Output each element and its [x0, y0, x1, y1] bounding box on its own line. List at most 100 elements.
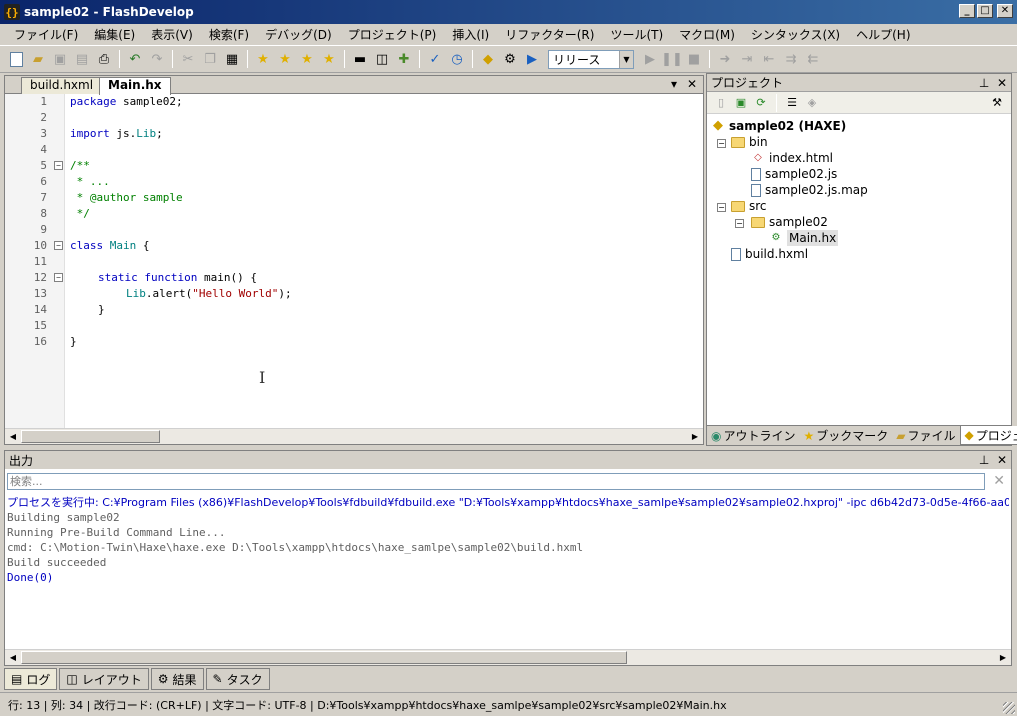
- tab-results[interactable]: ⚙ 結果: [150, 668, 204, 690]
- scroll-right-icon[interactable]: ▶: [687, 429, 703, 444]
- menu-edit[interactable]: 編集(E): [86, 26, 143, 43]
- project-tools-icon[interactable]: ⚒: [989, 95, 1005, 111]
- bookmark-prev-icon[interactable]: ★: [297, 49, 317, 69]
- tree-item-index-html[interactable]: ◇ index.html: [751, 150, 833, 166]
- layout-icon[interactable]: ◫: [372, 49, 392, 69]
- minimize-button[interactable]: _: [959, 4, 975, 18]
- tree-item-build-hxml[interactable]: build.hxml: [731, 246, 808, 262]
- scrollbar-thumb[interactable]: [21, 651, 627, 664]
- chevron-down-icon[interactable]: ▼: [619, 50, 633, 68]
- properties-icon[interactable]: ☰: [784, 95, 800, 111]
- tree-item-main-hx[interactable]: ⚙ Main.hx: [769, 230, 839, 246]
- tree-toggle-icon[interactable]: −: [717, 203, 726, 212]
- tab-main-hx[interactable]: Main.hx: [99, 77, 171, 95]
- fold-toggle-icon[interactable]: −: [54, 241, 63, 250]
- tree-item-sample02-package[interactable]: sample02: [751, 214, 828, 230]
- tree-item-sample02-js[interactable]: sample02.js: [751, 166, 837, 182]
- step-into-icon[interactable]: ⇥: [737, 49, 757, 69]
- plugin-icon[interactable]: ✚: [394, 49, 414, 69]
- tab-project[interactable]: ◆プロジェクト: [959, 426, 1017, 445]
- close-button[interactable]: ✕: [997, 4, 1013, 18]
- output-horizontal-scrollbar[interactable]: ◀ ▶: [5, 649, 1011, 665]
- step-out-icon[interactable]: ⇤: [759, 49, 779, 69]
- cut-icon[interactable]: ✂: [178, 49, 198, 69]
- close-panel-icon[interactable]: ✕: [997, 76, 1007, 90]
- build-config-select[interactable]: リリース ▼: [548, 49, 634, 69]
- build-box-icon[interactable]: ◆: [478, 49, 498, 69]
- refresh-icon[interactable]: ⟳: [753, 95, 769, 111]
- tab-log[interactable]: ▤ ログ: [4, 668, 58, 690]
- menu-macros[interactable]: マクロ(M): [671, 26, 743, 43]
- debug-pause-icon[interactable]: ❚❚: [661, 49, 683, 69]
- close-panel-icon[interactable]: ✕: [997, 453, 1007, 467]
- step-finish-icon[interactable]: ⇇: [803, 49, 823, 69]
- folder-icon: [731, 136, 745, 148]
- editor-horizontal-scrollbar[interactable]: ◀ ▶: [5, 428, 703, 444]
- tab-outline[interactable]: ◉ アウトライン: [707, 426, 800, 445]
- run-play-icon[interactable]: ▶: [522, 49, 542, 69]
- tab-build-hxml[interactable]: build.hxml: [21, 77, 103, 94]
- menu-refactor[interactable]: リファクター(R): [497, 26, 602, 43]
- save-all-icon[interactable]: ▤: [72, 49, 92, 69]
- tab-list-chevron-icon[interactable]: ▾: [671, 77, 677, 91]
- close-tab-icon[interactable]: ✕: [687, 77, 697, 91]
- tab-files[interactable]: ▰ ファイル: [892, 426, 959, 445]
- add-file-icon[interactable]: ▣: [733, 95, 749, 111]
- paste-icon[interactable]: ▦: [222, 49, 242, 69]
- menu-syntax[interactable]: シンタックス(X): [743, 26, 848, 43]
- menu-debug[interactable]: デバッグ(D): [257, 26, 340, 43]
- open-file-icon[interactable]: ▰: [28, 49, 48, 69]
- line-number: 11: [33, 255, 47, 268]
- scroll-right-icon[interactable]: ▶: [995, 650, 1011, 665]
- save-icon[interactable]: ▣: [50, 49, 70, 69]
- fold-toggle-icon[interactable]: −: [54, 161, 63, 170]
- tree-item-sample02-js-map[interactable]: sample02.js.map: [751, 182, 868, 198]
- line-number: 2: [40, 111, 47, 124]
- debug-continue-icon[interactable]: ▶: [640, 49, 660, 69]
- pin-icon[interactable]: ⊥: [979, 76, 989, 90]
- settings-icon[interactable]: ◈: [804, 95, 820, 111]
- menu-search[interactable]: 検索(F): [201, 26, 257, 43]
- clear-search-icon[interactable]: ✕: [993, 473, 1005, 489]
- tab-layout[interactable]: ◫ レイアウト: [59, 668, 149, 690]
- tree-toggle-icon[interactable]: −: [717, 139, 726, 148]
- menu-view[interactable]: 表示(V): [143, 26, 201, 43]
- resize-grip-icon[interactable]: [1003, 702, 1015, 714]
- scroll-left-icon[interactable]: ◀: [5, 650, 21, 665]
- menu-tools[interactable]: ツール(T): [602, 26, 671, 43]
- bookmark-next-icon[interactable]: ★: [275, 49, 295, 69]
- menu-help[interactable]: ヘルプ(H): [848, 26, 918, 43]
- settings-gear-icon[interactable]: ⚙: [500, 49, 520, 69]
- step-next-icon[interactable]: ⇉: [781, 49, 801, 69]
- bookmark-toggle-icon[interactable]: ★: [253, 49, 273, 69]
- scrollbar-thumb[interactable]: [21, 430, 160, 443]
- copy-icon[interactable]: ❐: [200, 49, 220, 69]
- step-over-icon[interactable]: ➜: [715, 49, 735, 69]
- menu-insert[interactable]: 挿入(I): [444, 26, 497, 43]
- redo-icon[interactable]: ↷: [147, 49, 167, 69]
- code-area[interactable]: 1 package sample02; 2 3 import js.Lib; 4 5…: [5, 94, 703, 428]
- output-search-input[interactable]: 検索...: [7, 473, 985, 490]
- clock-icon[interactable]: ◷: [447, 49, 467, 69]
- debug-stop-icon[interactable]: ■: [684, 49, 704, 69]
- tree-item-bin[interactable]: bin: [731, 134, 768, 150]
- tab-bookmarks[interactable]: ★ ブックマーク: [800, 426, 893, 445]
- check-syntax-icon[interactable]: ✓: [425, 49, 445, 69]
- scroll-left-icon[interactable]: ◀: [5, 429, 21, 444]
- fold-toggle-icon[interactable]: −: [54, 273, 63, 282]
- pin-icon[interactable]: ⊥: [979, 453, 989, 467]
- tree-item-src[interactable]: src: [731, 198, 767, 214]
- toolbar-separator: [419, 50, 420, 68]
- new-project-icon[interactable]: ▯: [713, 95, 729, 111]
- new-file-icon[interactable]: [6, 49, 26, 69]
- menu-file[interactable]: ファイル(F): [6, 26, 86, 43]
- bookmark-clear-icon[interactable]: ★: [319, 49, 339, 69]
- menu-project[interactable]: プロジェクト(P): [340, 26, 445, 43]
- tree-item-project[interactable]: ◆ sample02 (HAXE): [711, 118, 846, 134]
- tab-tasks[interactable]: ✎ タスク: [205, 668, 270, 690]
- command-prompt-icon[interactable]: ▬: [350, 49, 370, 69]
- undo-icon[interactable]: ↶: [125, 49, 145, 69]
- print-icon[interactable]: ⎙: [94, 49, 114, 69]
- maximize-button[interactable]: □: [977, 4, 993, 18]
- tree-toggle-icon[interactable]: −: [735, 219, 744, 228]
